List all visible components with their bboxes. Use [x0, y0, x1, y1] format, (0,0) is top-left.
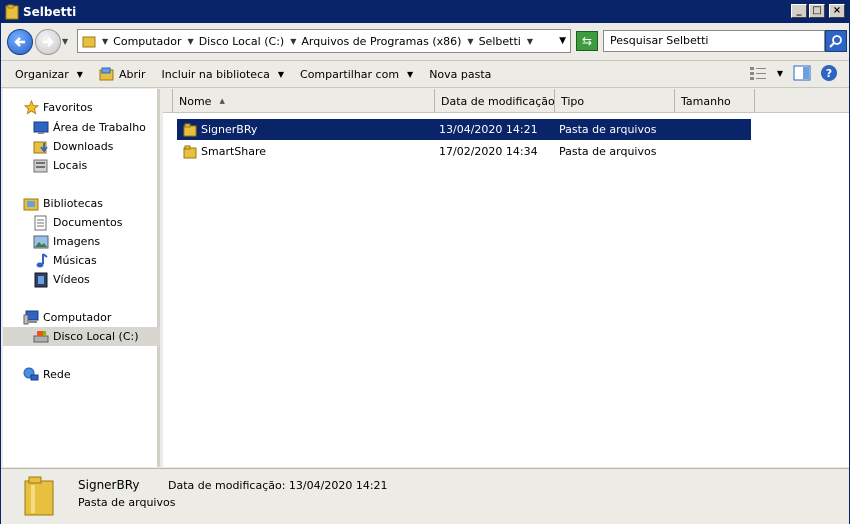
search-input[interactable]: Pesquisar Selbetti [603, 30, 825, 52]
nav-music[interactable]: Músicas [3, 251, 160, 270]
nav-images[interactable]: Imagens [3, 232, 160, 251]
star-icon [23, 100, 39, 116]
file-list: Nome ▲ Data de modificação Tipo Tamanho … [163, 89, 849, 467]
table-row[interactable]: SmartShare 17/02/2020 14:34 Pasta de arq… [177, 141, 751, 162]
share-button[interactable]: Compartilhar com ▼ [292, 60, 421, 88]
window-title: Selbetti [23, 5, 77, 19]
nav-desktop[interactable]: Área de Trabalho [3, 118, 160, 137]
breadcrumb-computador[interactable]: ▼ Computador [102, 35, 182, 48]
forward-button[interactable] [35, 29, 61, 55]
new-folder-button[interactable]: Nova pasta [421, 60, 499, 88]
column-spacer [163, 89, 173, 113]
refresh-icon: ⇆ [581, 34, 593, 48]
file-type: Pasta de arquivos [559, 145, 657, 158]
arrow-right-icon [43, 37, 54, 47]
arrow-left-icon [14, 37, 25, 47]
table-row[interactable]: SignerBRy 13/04/2020 14:21 Pasta de arqu… [177, 119, 751, 140]
chevron-down-icon: ▼ [76, 69, 83, 79]
nav-network[interactable]: Rede [3, 365, 160, 384]
column-name[interactable]: Nome ▲ [173, 89, 435, 113]
column-header: Nome ▲ Data de modificação Tipo Tamanho [163, 89, 849, 113]
library-icon [23, 196, 39, 212]
chevron-down-icon[interactable]: ▼ [527, 37, 533, 46]
organize-button[interactable]: Organizar ▼ [1, 60, 91, 88]
computer-icon [23, 310, 39, 326]
navigation-pane: Favoritos Área de Trabalho Downloads Loc… [3, 89, 160, 467]
sort-ascending-icon: ▲ [219, 97, 225, 105]
downloads-folder-icon [33, 139, 49, 155]
selected-item-type: Pasta de arquivos [78, 496, 176, 509]
search-icon [829, 35, 842, 48]
music-icon [33, 252, 49, 269]
nav-videos[interactable]: Vídeos [3, 270, 160, 289]
recent-pages-dropdown[interactable]: ▼ [62, 37, 68, 46]
chevron-down-icon: ▼ [277, 69, 285, 79]
nav-libraries[interactable]: Bibliotecas [3, 194, 160, 213]
file-modified: 17/02/2020 14:34 [439, 145, 538, 158]
command-bar: Organizar ▼ Abrir Incluir na biblioteca … [1, 60, 849, 88]
folder-icon [5, 4, 19, 20]
preview-pane-icon[interactable] [793, 65, 811, 81]
title-bar[interactable]: Selbetti _ □ × [1, 1, 849, 23]
close-button[interactable]: × [829, 4, 845, 18]
explorer-window: Selbetti _ □ × ▼ ▼ Computador ▼ Disco Lo… [0, 0, 850, 524]
folder-open-icon [99, 67, 114, 81]
chevron-down-icon: ▼ [407, 69, 414, 79]
folder-icon [183, 123, 197, 136]
nav-local-disk[interactable]: Disco Local (C:) [3, 327, 160, 346]
refresh-button[interactable]: ⇆ [576, 31, 598, 51]
file-name: SignerBRy [201, 123, 258, 136]
file-name: SmartShare [201, 145, 267, 158]
chevron-down-icon[interactable]: ▼ [777, 69, 783, 78]
network-icon [23, 367, 39, 383]
chevron-down-icon[interactable]: ▼ [290, 37, 296, 46]
address-bar[interactable]: ▼ Computador ▼ Disco Local (C:) ▼ Arquiv… [77, 29, 571, 53]
breadcrumb-program-files[interactable]: ▼ Arquivos de Programas (x86) [290, 35, 461, 48]
file-modified: 13/04/2020 14:21 [439, 123, 538, 136]
maximize-button[interactable]: □ [809, 4, 825, 18]
details-pane: SignerBRy Pasta de arquivos Data de modi… [1, 468, 849, 524]
nav-recent[interactable]: Locais [3, 156, 160, 175]
view-options-icon[interactable] [749, 65, 767, 81]
hard-drive-icon [33, 329, 49, 345]
minimize-button[interactable]: _ [791, 4, 807, 18]
column-size[interactable]: Tamanho [675, 89, 755, 113]
image-icon [33, 234, 49, 250]
nav-documents[interactable]: Documentos [3, 213, 160, 232]
chevron-down-icon[interactable]: ▼ [188, 37, 194, 46]
help-icon[interactable]: ? [821, 65, 837, 81]
back-button[interactable] [7, 29, 33, 55]
breadcrumb-local-disk[interactable]: ▼ Disco Local (C:) [188, 35, 285, 48]
chevron-down-icon[interactable]: ▼ [102, 37, 108, 46]
video-icon [33, 272, 49, 288]
breadcrumb-selbetti[interactable]: ▼ Selbetti ▼ [467, 35, 538, 48]
selected-item-name: SignerBRy [78, 478, 140, 492]
folder-icon [24, 476, 54, 516]
document-icon [33, 215, 49, 231]
search-button[interactable] [825, 30, 847, 52]
nav-downloads[interactable]: Downloads [3, 137, 160, 156]
nav-favorites[interactable]: Favoritos [3, 98, 160, 117]
folder-icon [183, 145, 197, 158]
column-modified[interactable]: Data de modificação [435, 89, 555, 113]
open-button[interactable]: Abrir [91, 60, 154, 88]
desktop-icon [33, 120, 49, 136]
selected-item-modified: Data de modificação: 13/04/2020 14:21 [168, 479, 388, 492]
address-history-dropdown[interactable]: ▼ [559, 36, 566, 46]
address-row: ▼ ▼ Computador ▼ Disco Local (C:) ▼ Arqu… [1, 25, 849, 59]
folder-icon [82, 36, 96, 48]
column-type[interactable]: Tipo [555, 89, 675, 113]
recent-places-icon [33, 158, 49, 174]
chevron-down-icon[interactable]: ▼ [467, 37, 473, 46]
file-type: Pasta de arquivos [559, 123, 657, 136]
include-library-button[interactable]: Incluir na biblioteca ▼ [154, 60, 292, 88]
nav-computer[interactable]: Computador [3, 308, 160, 327]
